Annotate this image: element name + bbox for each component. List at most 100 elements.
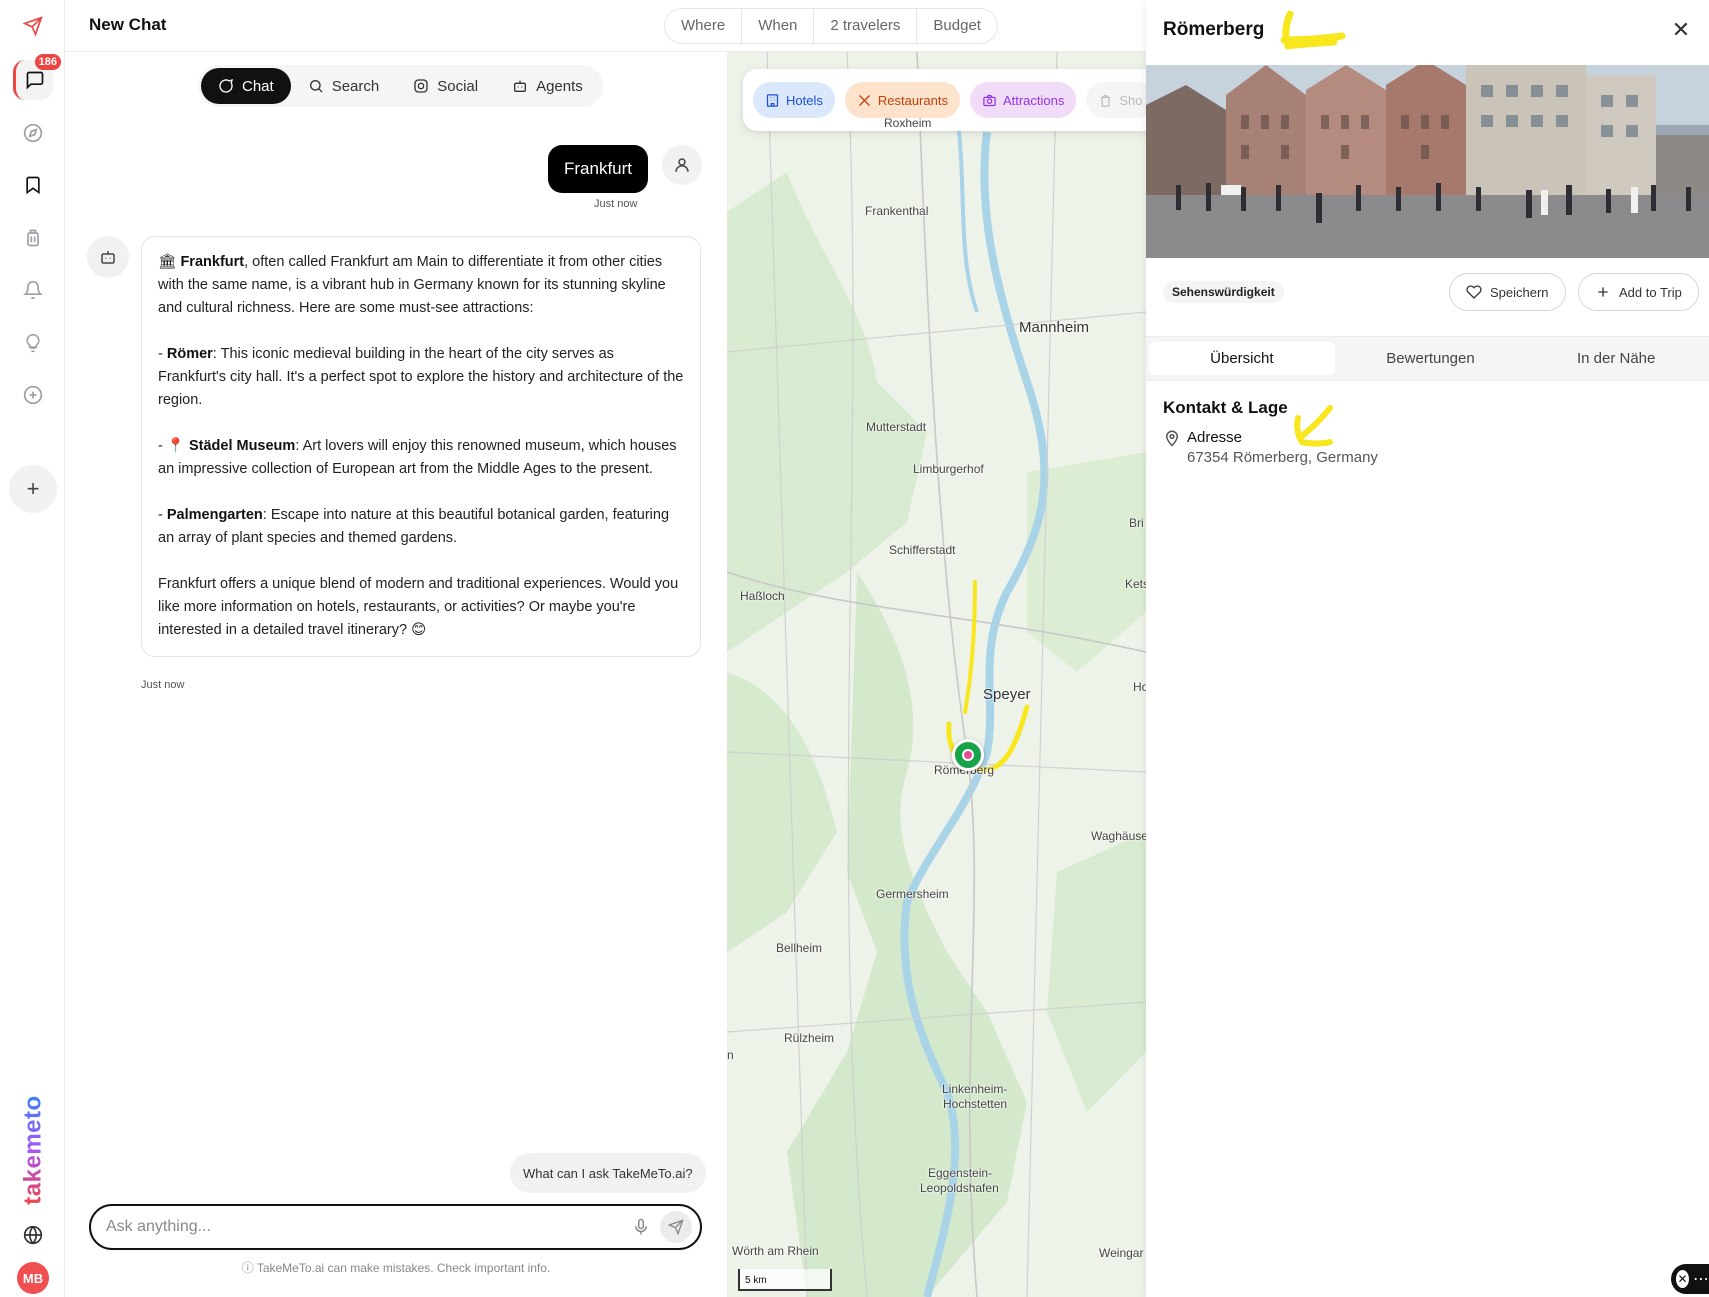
tab-overview[interactable]: Übersicht bbox=[1149, 342, 1335, 375]
attraction-item: - Palmengarten: Escape into nature at th… bbox=[158, 507, 670, 546]
category-shopping-chip[interactable]: Sho bbox=[1086, 82, 1146, 118]
chats-nav-button[interactable]: 186 bbox=[13, 54, 61, 100]
user-message: Frankfurt bbox=[548, 145, 649, 193]
unread-badge: 186 bbox=[34, 54, 61, 70]
annotation-arrow-address bbox=[1294, 405, 1333, 447]
heart-icon bbox=[1466, 285, 1482, 299]
suggestion-chip[interactable]: What can I ask TakeMeTo.ai? bbox=[510, 1153, 706, 1193]
plus-icon: + bbox=[26, 476, 40, 501]
chat-panel: Chat Search Social Agents Frankfurt Just… bbox=[65, 52, 727, 1297]
camera-icon bbox=[983, 94, 996, 106]
attraction-item: - Römer: This iconic medieval building i… bbox=[158, 346, 684, 408]
map-label-mannheim: Mannheim bbox=[1019, 319, 1090, 336]
map[interactable]: Hotels Restaurants Attractions Sho Roxhe… bbox=[727, 52, 1146, 1297]
map-label-n: n bbox=[727, 1048, 734, 1062]
chat-input[interactable] bbox=[106, 1215, 606, 1239]
assistant-intro: 🏛 Frankfurt, often called Frankfurt am M… bbox=[158, 254, 666, 316]
mode-social-tab[interactable]: Social bbox=[396, 68, 495, 104]
top-bar: New Chat Where When 2 travelers Budget bbox=[65, 0, 1146, 52]
lightbulb-icon bbox=[26, 333, 40, 353]
mode-chat-tab[interactable]: Chat bbox=[201, 68, 291, 104]
plus-circle-icon bbox=[23, 385, 43, 405]
filter-when[interactable]: When bbox=[742, 9, 815, 43]
map-pin-icon bbox=[1165, 430, 1179, 447]
tab-nearby[interactable]: In der Nähe bbox=[1523, 337, 1709, 380]
send-icon bbox=[668, 1219, 684, 1235]
place-title: Römerberg bbox=[1163, 19, 1265, 40]
map-label-kets: Kets bbox=[1125, 577, 1146, 591]
search-icon bbox=[309, 80, 323, 93]
filter-travelers[interactable]: 2 travelers bbox=[814, 9, 918, 43]
user-message-avatar bbox=[662, 145, 702, 185]
mode-search-tab[interactable]: Search bbox=[291, 68, 397, 104]
chat-bubble-icon bbox=[26, 71, 43, 90]
new-chat-button[interactable]: + bbox=[9, 465, 57, 513]
composer bbox=[89, 1204, 702, 1250]
map-label-weingarten: Weingar bbox=[1099, 1246, 1144, 1260]
user-icon bbox=[675, 158, 689, 172]
assistant-message: 🏛 Frankfurt, often called Frankfurt am M… bbox=[141, 236, 701, 657]
building-icon bbox=[766, 93, 779, 107]
attraction-item: - 📍 Städel Museum: Art lovers will enjoy… bbox=[158, 438, 677, 477]
assistant-outro: Frankfurt offers a unique blend of moder… bbox=[158, 576, 679, 638]
shopping-bag-icon bbox=[1101, 94, 1111, 107]
create-nav-button[interactable] bbox=[13, 375, 53, 415]
map-label-eggenstein: Eggenstein- bbox=[928, 1166, 993, 1180]
annotation-arrow-title bbox=[1280, 10, 1346, 50]
more-icon[interactable]: ⋯ bbox=[1693, 1269, 1709, 1289]
saved-nav-button[interactable] bbox=[13, 165, 53, 205]
trip-filters: Where When 2 travelers Budget bbox=[664, 8, 998, 44]
mode-agents-tab[interactable]: Agents bbox=[495, 68, 600, 104]
map-scale: 5 km bbox=[738, 1269, 832, 1291]
map-label-bellheim: Bellheim bbox=[776, 941, 823, 955]
tab-reviews[interactable]: Bewertungen bbox=[1338, 337, 1524, 380]
category-restaurants-chip[interactable]: Restaurants bbox=[844, 82, 960, 118]
address-value[interactable]: 67354 Römerberg, Germany bbox=[1187, 449, 1378, 466]
robot-icon bbox=[101, 251, 115, 264]
close-icon[interactable]: ✕ bbox=[1676, 1270, 1689, 1288]
send-logo-icon[interactable] bbox=[13, 6, 53, 46]
compass-icon bbox=[23, 123, 43, 143]
microphone-icon bbox=[635, 1218, 647, 1235]
globe-icon bbox=[23, 1225, 43, 1245]
map-label-schifferstadt: Schifferstadt bbox=[889, 543, 956, 557]
chat-title: New Chat bbox=[89, 15, 167, 34]
contact-section-title: Kontakt & Lage bbox=[1163, 398, 1288, 417]
place-tabs: Übersicht Bewertungen In der Nähe bbox=[1146, 336, 1709, 381]
ideas-nav-button[interactable] bbox=[13, 323, 53, 363]
notifications-nav-button[interactable] bbox=[13, 270, 53, 310]
map-label-speyer: Speyer bbox=[983, 686, 1031, 703]
map-label-ruelzheim: Rülzheim bbox=[784, 1031, 835, 1045]
user-avatar[interactable]: MB bbox=[17, 1262, 49, 1294]
close-icon: ✕ bbox=[1671, 17, 1691, 42]
roemer-photo bbox=[1146, 65, 1709, 258]
map-label-waghaeusel: Waghäusel bbox=[1091, 829, 1146, 843]
assistant-avatar bbox=[87, 236, 129, 278]
bell-icon bbox=[23, 280, 43, 300]
category-badge: Sehenswürdigkeit bbox=[1163, 281, 1284, 303]
save-place-button[interactable]: Speichern bbox=[1449, 273, 1566, 311]
place-detail-panel: Römerberg ✕ Sehenswürdigkeit Speichern A… bbox=[1146, 0, 1709, 1297]
trips-nav-button[interactable] bbox=[13, 218, 53, 258]
send-button[interactable] bbox=[660, 1211, 692, 1243]
explore-nav-button[interactable] bbox=[13, 113, 53, 153]
map-label-woerth: Wörth am Rhein bbox=[732, 1244, 819, 1258]
filter-where[interactable]: Where bbox=[665, 9, 743, 43]
map-label-hochstetten: Hochstetten bbox=[943, 1097, 1008, 1111]
close-panel-button[interactable]: ✕ bbox=[1669, 17, 1693, 42]
map-label-leopoldshafen: Leopoldshafen bbox=[920, 1181, 999, 1195]
map-label-roxheim: Roxheim bbox=[884, 116, 932, 130]
mode-switcher: Chat Search Social Agents bbox=[198, 65, 603, 107]
place-photo bbox=[1146, 65, 1709, 258]
place-marker[interactable] bbox=[952, 739, 984, 771]
luggage-icon bbox=[27, 229, 39, 247]
filter-budget[interactable]: Budget bbox=[917, 9, 997, 43]
language-button[interactable] bbox=[13, 1215, 53, 1255]
floating-toolbar[interactable]: ✕ ⋯ bbox=[1671, 1264, 1709, 1294]
map-label-linkenheim: Linkenheim- bbox=[942, 1082, 1008, 1096]
category-attractions-chip[interactable]: Attractions bbox=[969, 82, 1077, 118]
category-hotels-chip[interactable]: Hotels bbox=[753, 82, 835, 118]
microphone-button[interactable] bbox=[630, 1216, 652, 1238]
add-to-trip-button[interactable]: Add to Trip bbox=[1578, 273, 1699, 311]
chat-icon bbox=[219, 78, 233, 93]
